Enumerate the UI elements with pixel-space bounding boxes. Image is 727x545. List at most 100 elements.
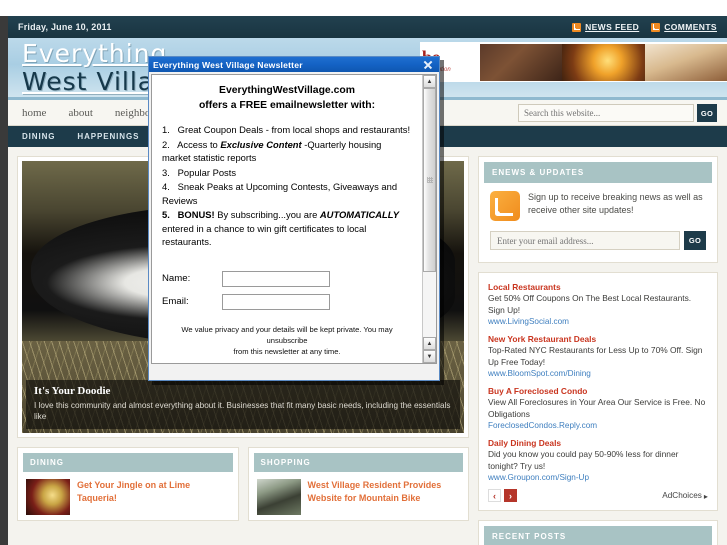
site-search: GO [518, 104, 717, 122]
benefit-item-4: 4. Sneak Peaks at Upcoming Contests, Giv… [162, 180, 412, 207]
enews-email-input[interactable] [490, 231, 680, 250]
modal-signup-form: Name: Email: We value privacy and your d… [162, 270, 412, 364]
enews-widget: ENEWS & UPDATES Sign up to receive break… [478, 156, 718, 263]
ad-item[interactable]: Daily Dining Deals Did you know you coul… [488, 437, 708, 484]
news-feed-link[interactable]: NEWS FEED [572, 22, 639, 32]
featured-post-title[interactable]: It's Your Doodie [34, 385, 452, 397]
ad-next-button[interactable]: › [504, 489, 517, 502]
logo-line-1: Everything [22, 39, 168, 68]
benefit-text-2-emphasis: Exclusive Content [220, 138, 302, 150]
recent-posts-header: RECENT POSTS [484, 526, 712, 545]
header-ad-banner[interactable]: be solution [420, 42, 727, 82]
ad-url[interactable]: ForeclosedCondos.Reply.com [488, 420, 708, 432]
modal-email-row: Email: [162, 293, 412, 310]
ad-item[interactable]: Local Restaurants Get 50% Off Coupons On… [488, 281, 708, 328]
benefit-item-5: 5. BONUS! By subscribing...you are AUTOM… [162, 208, 412, 249]
current-date: Friday, June 10, 2011 [18, 22, 112, 32]
search-input[interactable] [518, 104, 694, 122]
ad-url[interactable]: www.LivingSocial.com [488, 316, 708, 328]
card-shopping: SHOPPING West Village Resident Provides … [247, 447, 469, 521]
page-root: Friday, June 10, 2011 NEWS FEED COMMENTS… [0, 0, 727, 545]
ad-photo-restaurant-interior [480, 43, 563, 81]
topbar-links: NEWS FEED COMMENTS [572, 22, 717, 32]
modal-name-input[interactable] [222, 270, 330, 287]
benefit-text-5-pre: By subscribing...you are [214, 209, 320, 220]
recent-posts-widget: RECENT POSTS ★ Get Your Jingle on at Lim… [478, 520, 718, 545]
scroll-up-arrow-bottom[interactable]: ▲ [423, 337, 436, 350]
ad-title[interactable]: Daily Dining Deals [488, 437, 708, 449]
benefit-item-3: 3. Popular Posts [162, 166, 412, 180]
benefit-number-2: 2. [162, 138, 170, 150]
benefit-text-3: Popular Posts [177, 166, 237, 178]
modal-content-wrapper: EverythingWestVillage.com offers a FREE … [151, 74, 437, 364]
comments-feed-link[interactable]: COMMENTS [651, 22, 717, 32]
benefit-number-1: 1. [162, 124, 170, 135]
subnav-item-dining[interactable]: DINING [22, 132, 55, 141]
modal-name-label: Name: [162, 272, 191, 284]
adchoices-label: AdChoices [662, 491, 702, 500]
scroll-thumb[interactable] [423, 88, 436, 273]
ad-photo-dessert [644, 43, 727, 81]
close-icon[interactable] [421, 58, 435, 71]
browser-top-edge [0, 0, 727, 16]
modal-email-input[interactable] [222, 293, 330, 310]
card-dining-header: DINING [23, 453, 233, 472]
adchoices-link[interactable]: AdChoices ▸ [662, 491, 708, 501]
enews-widget-body: Sign up to receive breaking news as well… [484, 183, 712, 227]
scroll-track[interactable] [423, 88, 436, 337]
benefit-number-5: 5. [162, 209, 170, 220]
scroll-down-arrow[interactable]: ▼ [423, 350, 436, 363]
modal-title-bar[interactable]: Everything West Village Newsletter [149, 57, 439, 72]
modal-name-row: Name: [162, 270, 412, 287]
benefit-text-5-emphasis: AUTOMATICALLY [319, 209, 400, 220]
enews-widget-header: ENEWS & UPDATES [484, 162, 712, 183]
featured-post-excerpt: I love this community and almost everyth… [34, 401, 451, 421]
modal-title-text: Everything West Village Newsletter [153, 59, 303, 70]
ad-description: Did you know you could pay 50-90% less f… [488, 449, 679, 471]
card-dining: DINING Get Your Jingle on at Lime Taquer… [17, 447, 239, 521]
adchoices-icon: ▸ [703, 491, 708, 501]
ad-prev-button[interactable]: ‹ [488, 489, 501, 502]
ad-title[interactable]: Buy A Foreclosed Condo [488, 385, 708, 397]
scroll-up-arrow[interactable]: ▲ [423, 75, 436, 88]
modal-email-label: Email: [162, 295, 189, 307]
card-dining-item-title[interactable]: Get Your Jingle on at Lime Taqueria! [77, 479, 230, 515]
benefit-number-3: 3. [162, 166, 170, 178]
benefit-bonus-label: BONUS! [177, 209, 215, 220]
rss-icon [572, 22, 582, 32]
benefit-item-1: 1. Great Coupon Deals - from local shops… [162, 123, 412, 137]
card-shopping-item[interactable]: West Village Resident Provides Website f… [254, 472, 464, 515]
modal-footer [149, 366, 439, 380]
nav-item-about[interactable]: about [68, 107, 92, 119]
card-dining-item[interactable]: Get Your Jingle on at Lime Taqueria! [23, 472, 233, 515]
subnav-item-happenings[interactable]: HAPPENINGS [77, 132, 139, 141]
modal-heading: EverythingWestVillage.com offers a FREE … [162, 83, 412, 113]
resize-grip-icon[interactable] [425, 367, 438, 380]
benefit-text-1: Great Coupon Deals - from local shops an… [177, 124, 411, 135]
ad-block: Local Restaurants Get 50% Off Coupons On… [478, 272, 718, 511]
modal-heading-line-2: offers a FREE emailnewsletter with: [198, 100, 376, 111]
modal-heading-line-1: EverythingWestVillage.com [219, 85, 355, 96]
comments-label: COMMENTS [664, 22, 717, 32]
search-go-button[interactable]: GO [697, 104, 717, 122]
nav-item-home[interactable]: home [22, 107, 46, 119]
browser-left-edge [0, 0, 8, 545]
modal-scrollbar[interactable]: ▲ ▲ ▼ [422, 75, 436, 363]
enews-go-button[interactable]: GO [684, 231, 706, 250]
rss-icon [651, 22, 661, 32]
ad-url[interactable]: www.BloomSpot.com/Dining [488, 368, 708, 380]
rss-icon [490, 191, 520, 221]
top-utility-bar: Friday, June 10, 2011 NEWS FEED COMMENTS [8, 16, 727, 38]
benefit-text-2-pre: Access to [177, 138, 221, 150]
ad-item[interactable]: New York Restaurant Deals Top-Rated NYC … [488, 333, 708, 380]
privacy-line-1: We value privacy and your details will b… [181, 324, 393, 345]
benefit-number-4: 4. [162, 181, 170, 192]
enews-widget-text: Sign up to receive breaking news as well… [528, 192, 703, 215]
ad-photo-candle [562, 43, 645, 81]
ad-item[interactable]: Buy A Foreclosed Condo View All Foreclos… [488, 385, 708, 432]
card-shopping-header: SHOPPING [253, 453, 463, 472]
ad-title[interactable]: Local Restaurants [488, 281, 708, 293]
ad-url[interactable]: www.Groupon.com/Sign-Up [488, 472, 708, 484]
card-shopping-item-title[interactable]: West Village Resident Provides Website f… [308, 479, 461, 515]
ad-title[interactable]: New York Restaurant Deals [488, 333, 708, 345]
